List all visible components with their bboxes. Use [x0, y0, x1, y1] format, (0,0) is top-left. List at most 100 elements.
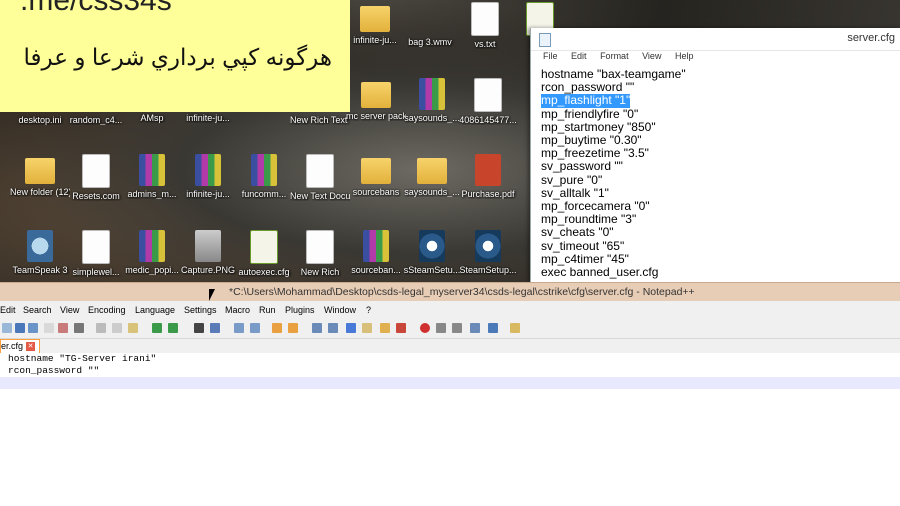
npp-menu-window[interactable]: Window	[324, 305, 356, 315]
function-list-icon[interactable]	[380, 323, 390, 333]
doc-map-icon[interactable]	[362, 323, 372, 333]
desktop-icon[interactable]: mc server pack mobi...	[346, 78, 406, 140]
close-icon[interactable]: ✕	[26, 342, 36, 351]
desktop-icon-label: TeamSpeak 3	[12, 265, 68, 275]
npp-menu-settings[interactable]: Settings	[184, 305, 217, 315]
desktop-icon[interactable]: Resets.com	[66, 154, 126, 216]
desktop-icon[interactable]: saysounds_...	[402, 154, 462, 216]
editor-line	[0, 377, 900, 389]
desktop-icon[interactable]: New Text Docume...	[290, 154, 350, 216]
desktop-icon-label: 4086145477...	[459, 115, 517, 125]
desktop-icon[interactable]: autoexec.cfg	[234, 230, 294, 282]
npp-menu-help[interactable]: ?	[366, 305, 371, 315]
tab-server-cfg[interactable]: er.cfg ✕	[0, 339, 41, 353]
notepad-title: server.cfg	[847, 32, 895, 44]
notepad-text-line: sv_password ""	[541, 159, 623, 174]
desktop-icon[interactable]: TeamSpeak 3	[10, 230, 70, 282]
npp-menu-plugins[interactable]: Plugins	[285, 305, 315, 315]
notepad-menu-view[interactable]: View	[642, 51, 661, 61]
cut-icon[interactable]	[96, 323, 106, 333]
replace-icon[interactable]	[210, 323, 220, 333]
cfg-icon	[250, 230, 278, 264]
desktop-icon[interactable]: Capture.PNG	[178, 230, 238, 282]
save-icon[interactable]	[15, 323, 25, 333]
notepad-text-area[interactable]: hostname "bax-teamgame" rcon_password "" m…	[531, 67, 900, 279]
desktop-icon[interactable]: simplewel...	[66, 230, 126, 282]
notepad-menu-file[interactable]: File	[543, 51, 558, 61]
desktop-icon[interactable]: Purchase.pdf	[458, 154, 518, 216]
npp-menu-search[interactable]: Search	[23, 305, 52, 315]
npp-menu-encoding[interactable]: Encoding	[88, 305, 126, 315]
desktop-icon[interactable]: 4086145477...	[458, 78, 518, 140]
zoom-in-icon[interactable]	[234, 323, 244, 333]
undo-icon[interactable]	[152, 323, 162, 333]
sync-horizontal-icon[interactable]	[288, 323, 298, 333]
notepadpp-window[interactable]: *C:\Users\Mohammad\Desktop\csds-legal_my…	[0, 282, 900, 506]
desktop-icon-label: sourcebans	[352, 187, 400, 197]
notepad-text-line: exec banned_user.cfg	[541, 265, 659, 280]
indent-guide-icon[interactable]	[346, 323, 356, 333]
desktop-icon[interactable]: medic_popi...	[122, 230, 182, 282]
npp-menu-run[interactable]: Run	[259, 305, 276, 315]
notepad-menu-format[interactable]: Format	[600, 51, 629, 61]
notepad-titlebar[interactable]: server.cfg	[531, 28, 900, 51]
npp-menu-language[interactable]: Language	[135, 305, 175, 315]
ts-icon	[27, 230, 53, 262]
word-wrap-icon[interactable]	[312, 323, 322, 333]
desktop-icon[interactable]: infinite-ju...	[178, 154, 238, 216]
save-all-icon[interactable]	[28, 323, 38, 333]
desktop-icon[interactable]: SteamSetup...	[458, 230, 518, 282]
desktop-icon-label: saysounds_...	[404, 113, 460, 123]
desktop-icon[interactable]: sourceban...	[346, 230, 406, 282]
notepadpp-toolbar	[0, 320, 900, 339]
desktop-icon[interactable]: sourcebans	[346, 154, 406, 216]
watermark-banner: .me/css34s هرگونه كپي برداري شرعا و عرفا	[0, 0, 350, 112]
close-file-icon[interactable]	[44, 323, 54, 333]
npp-menu-view[interactable]: View	[60, 305, 79, 315]
desktop-icon-label: sSteamSetu...	[403, 265, 461, 275]
desktop-icon[interactable]: infinite-ju...	[345, 2, 405, 64]
sync-vertical-icon[interactable]	[272, 323, 282, 333]
notepadpp-editor[interactable]: hostname "TG-Server irani" rcon_password …	[0, 353, 900, 506]
find-icon[interactable]	[194, 323, 204, 333]
save-macro-icon[interactable]	[488, 323, 498, 333]
notepad-menu-help[interactable]: Help	[675, 51, 694, 61]
paste-icon[interactable]	[128, 323, 138, 333]
rar-icon	[139, 230, 165, 262]
notepadpp-tabbar: er.cfg ✕	[0, 339, 900, 354]
desktop-icon-label: desktop.ini	[18, 115, 62, 125]
stop-macro-icon[interactable]	[436, 323, 446, 333]
new-file-icon[interactable]	[2, 323, 12, 333]
plugin-icon[interactable]	[510, 323, 520, 333]
close-all-icon[interactable]	[58, 323, 68, 333]
desktop-icon[interactable]: funcomm...	[234, 154, 294, 216]
desktop-icon[interactable]: vs.txt	[455, 2, 515, 64]
desktop-icon-label: AMsp	[140, 113, 164, 123]
folder-workspace-icon[interactable]	[396, 323, 406, 333]
notepad-window[interactable]: server.cfg File Edit Format View Help ho…	[530, 28, 900, 282]
notepad-menu-edit[interactable]: Edit	[571, 51, 587, 61]
play-macro-icon[interactable]	[452, 323, 462, 333]
npp-menu-macro[interactable]: Macro	[225, 305, 250, 315]
desktop-icon[interactable]: New Rich	[290, 230, 350, 282]
notepadpp-titlebar[interactable]: *C:\Users\Mohammad\Desktop\csds-legal_my…	[0, 282, 900, 301]
copy-icon[interactable]	[112, 323, 122, 333]
desktop-icon[interactable]: bag 3.wmv	[400, 2, 460, 64]
desktop-icon[interactable]: admins_m...	[122, 154, 182, 216]
desktop-icon-label: simplewel...	[72, 267, 120, 277]
folder-icon	[361, 158, 391, 184]
npp-menu-edit[interactable]: Edit	[0, 305, 16, 315]
run-macro-multiple-icon[interactable]	[470, 323, 480, 333]
img-icon	[195, 230, 221, 262]
print-icon[interactable]	[74, 323, 84, 333]
record-macro-icon[interactable]	[420, 323, 430, 333]
zoom-out-icon[interactable]	[250, 323, 260, 333]
editor-line: rcon_password ""	[8, 365, 100, 376]
desktop-icon[interactable]: sSteamSetu...	[402, 230, 462, 282]
show-all-chars-icon[interactable]	[328, 323, 338, 333]
steam-icon	[475, 230, 501, 262]
folder-icon	[361, 82, 391, 108]
desktop-icon[interactable]: New folder (12)	[10, 154, 70, 216]
redo-icon[interactable]	[168, 323, 178, 333]
desktop-icon[interactable]: saysounds_...	[402, 78, 462, 140]
